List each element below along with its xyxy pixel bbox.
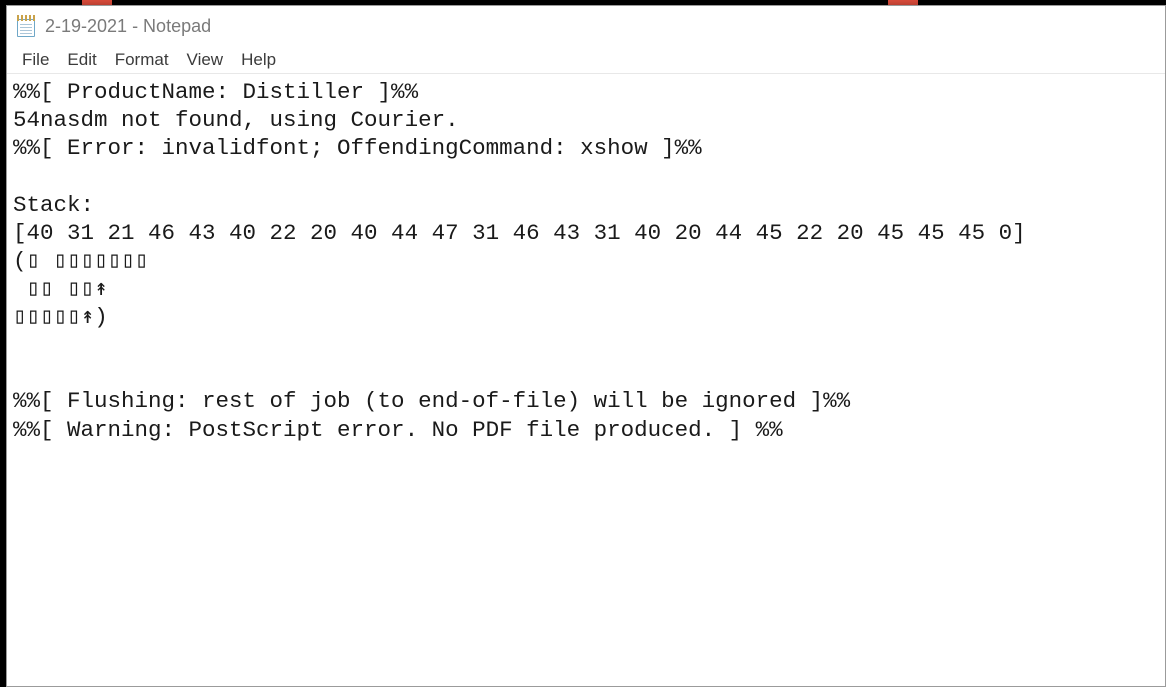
notepad-icon — [15, 14, 39, 38]
menubar: File Edit Format View Help — [7, 46, 1165, 74]
menu-view[interactable]: View — [178, 48, 233, 72]
menu-help[interactable]: Help — [232, 48, 285, 72]
menu-edit[interactable]: Edit — [58, 48, 105, 72]
menu-format[interactable]: Format — [106, 48, 178, 72]
notepad-window: 2-19-2021 - Notepad File Edit Format Vie… — [6, 5, 1166, 687]
text-editor-area[interactable]: %%[ ProductName: Distiller ]%% 54nasdm n… — [7, 74, 1165, 686]
titlebar[interactable]: 2-19-2021 - Notepad — [7, 6, 1165, 46]
window-title: 2-19-2021 - Notepad — [45, 16, 211, 37]
menu-file[interactable]: File — [13, 48, 58, 72]
